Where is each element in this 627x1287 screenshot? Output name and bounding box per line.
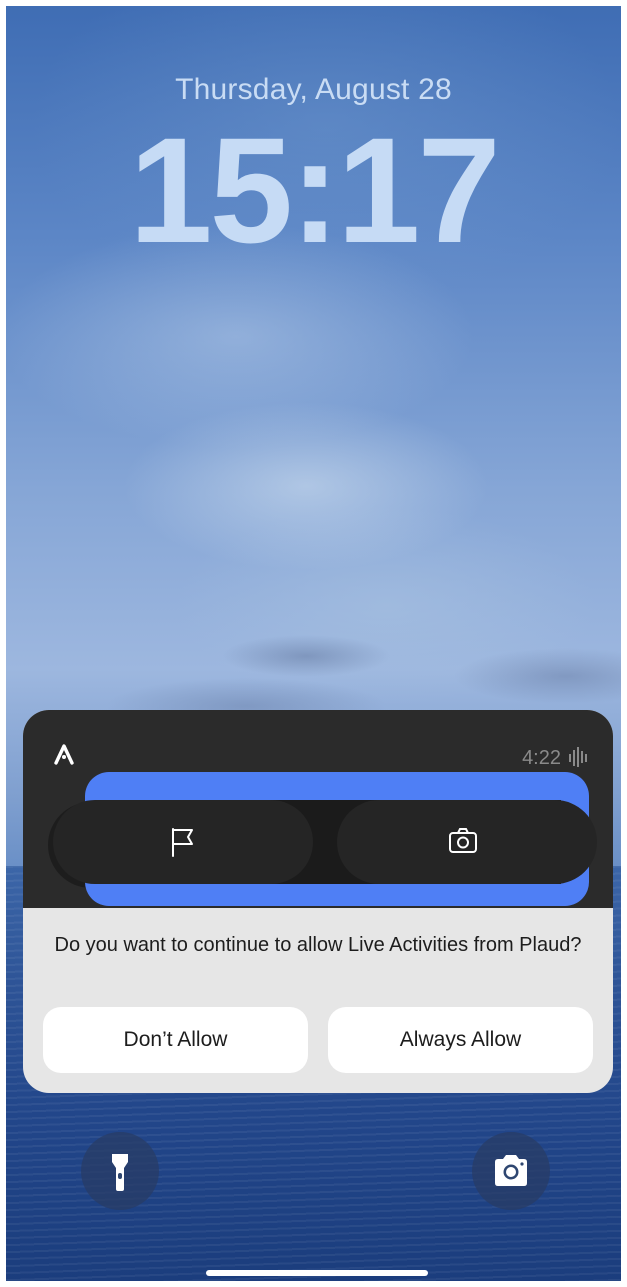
home-indicator[interactable]	[206, 1270, 428, 1276]
waveform-icon	[568, 746, 590, 768]
lock-screen: Thursday, August 28 15:17 4:22 Do you wa…	[6, 6, 621, 1281]
dont-allow-button[interactable]: Don’t Allow	[43, 1007, 308, 1073]
flag-icon[interactable]	[168, 826, 198, 858]
highlight-inner	[53, 800, 597, 884]
recording-duration: 4:22	[522, 747, 561, 769]
camera-icon[interactable]	[447, 826, 479, 856]
camera-icon	[495, 1155, 527, 1186]
camera-button[interactable]	[472, 1132, 550, 1210]
plaud-logo-icon	[53, 743, 75, 765]
live-activities-prompt: Do you want to continue to allow Live Ac…	[54, 934, 582, 956]
lock-date: Thursday, August 28	[175, 73, 452, 106]
flashlight-icon	[112, 1154, 128, 1191]
lock-time: 15:17	[129, 106, 501, 274]
flashlight-button[interactable]	[81, 1132, 159, 1210]
highlight-box	[53, 772, 597, 906]
always-allow-button[interactable]: Always Allow	[328, 1007, 593, 1073]
live-activity-card: 4:22 Do you want to continue to allow Li…	[23, 710, 613, 1093]
